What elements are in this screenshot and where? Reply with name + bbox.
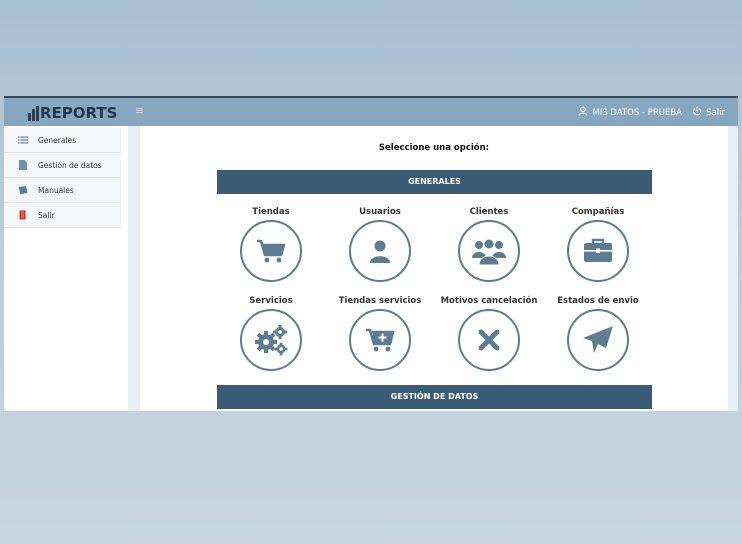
sidebar-item-salir[interactable]: Salir bbox=[4, 203, 121, 228]
list-icon bbox=[18, 135, 28, 145]
option-label: Motivos cancelación bbox=[440, 296, 538, 306]
option-tiendas[interactable]: Tiendas bbox=[216, 206, 326, 286]
user-label: MIS DATOS - PRUEBA bbox=[592, 107, 682, 118]
option-servicios[interactable]: Servicios bbox=[216, 295, 326, 375]
option-label: Compañías bbox=[571, 207, 625, 217]
section-header-gestion-datos: GESTIÓN DE DATOS bbox=[217, 385, 652, 409]
sidebar-item-label: Gestión de datos bbox=[38, 160, 102, 170]
briefcase-icon bbox=[567, 220, 629, 282]
sidebar-item-label: Salir bbox=[38, 210, 55, 220]
section-header-generales: GENERALES bbox=[217, 170, 652, 194]
gears-icon bbox=[240, 309, 302, 371]
sidebar-item-generales[interactable]: Generales bbox=[4, 128, 121, 153]
close-icon bbox=[458, 309, 520, 371]
hamburger-icon[interactable]: ≡ bbox=[135, 105, 147, 117]
top-bar: REPORTS ≡ MIS DATOS - PRUEBA Salir bbox=[4, 96, 738, 126]
option-clientes[interactable]: Clientes bbox=[434, 206, 544, 286]
option-label: Tiendas servicios bbox=[338, 296, 422, 306]
option-estados-envio[interactable]: Estados de envio bbox=[543, 295, 653, 375]
cart-plus-icon bbox=[349, 309, 411, 371]
sidebar: Generales Gestión de datos Manuales Sali… bbox=[4, 126, 128, 411]
logo-text: REPORTS bbox=[40, 104, 118, 122]
app-window: REPORTS ≡ MIS DATOS - PRUEBA Salir Gener… bbox=[4, 96, 738, 411]
document-icon bbox=[18, 160, 28, 170]
user-icon bbox=[349, 220, 411, 282]
option-label: Servicios bbox=[249, 296, 293, 306]
sidebar-item-label: Generales bbox=[38, 135, 77, 145]
option-label: Tiendas bbox=[252, 207, 290, 217]
option-label: Estados de envio bbox=[557, 296, 639, 306]
logo-bars-icon bbox=[28, 106, 39, 121]
option-companias[interactable]: Compañías bbox=[543, 206, 653, 286]
main-content: Seleccione una opción: GENERALES Tiendas… bbox=[140, 126, 728, 411]
page-title: Seleccione una opción: bbox=[378, 143, 490, 153]
logout-link[interactable]: Salir bbox=[692, 106, 725, 119]
cart-icon bbox=[240, 220, 302, 282]
power-icon bbox=[692, 106, 702, 119]
sidebar-item-label: Manuales bbox=[38, 185, 74, 195]
exit-icon bbox=[18, 210, 28, 220]
sidebar-item-manuales[interactable]: Manuales bbox=[4, 178, 121, 203]
paper-plane-icon bbox=[567, 309, 629, 371]
option-tiendas-servicios[interactable]: Tiendas servicios bbox=[325, 295, 435, 375]
option-label: Clientes bbox=[469, 207, 509, 217]
my-data-link[interactable]: MIS DATOS - PRUEBA bbox=[578, 106, 682, 119]
main-right-gutter bbox=[728, 126, 738, 411]
logout-label: Salir bbox=[706, 107, 725, 118]
sidebar-gutter bbox=[128, 126, 140, 411]
sidebar-item-gestion-datos[interactable]: Gestión de datos bbox=[4, 153, 121, 178]
option-label: Usuarios bbox=[359, 207, 401, 217]
user-icon bbox=[578, 106, 588, 119]
book-icon bbox=[18, 185, 28, 195]
option-usuarios[interactable]: Usuarios bbox=[325, 206, 435, 286]
users-group-icon bbox=[458, 220, 520, 282]
logo[interactable]: REPORTS bbox=[28, 103, 117, 121]
option-motivos-cancelacion[interactable]: Motivos cancelación bbox=[434, 295, 544, 375]
